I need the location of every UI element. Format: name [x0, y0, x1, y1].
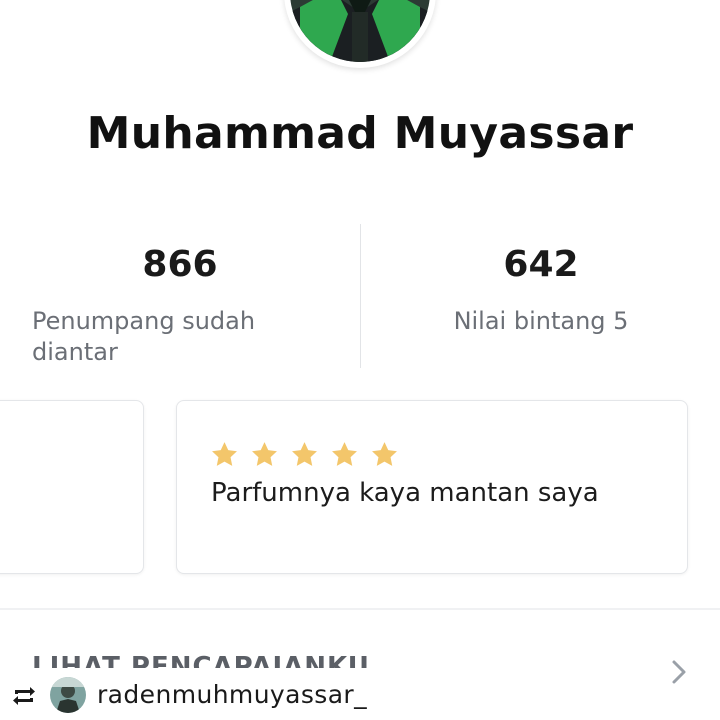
chevron-right-icon[interactable] [668, 658, 690, 686]
star-icon [292, 442, 317, 466]
driver-name: Muhammad Muyassar [86, 108, 634, 159]
repost-icon [13, 687, 35, 705]
passengers-label: Penumpang sudah diantar [32, 306, 332, 368]
star-icon [332, 442, 357, 466]
passengers-label-line1: Penumpang sudah [32, 307, 256, 335]
star-icon [212, 442, 237, 466]
five-star-count: 642 [503, 244, 579, 285]
passengers-label-line2: diantar [32, 338, 118, 366]
driver-photo [290, 0, 430, 62]
review-stars [210, 440, 399, 469]
section-divider [0, 608, 720, 610]
repost-username[interactable]: radenmuhmuyassar_ [97, 680, 367, 709]
driver-avatar [284, 0, 436, 68]
view-achievements-link[interactable]: LIHAT PENCAPAIANKU [32, 652, 370, 668]
repost-user-avatar[interactable] [50, 677, 86, 713]
star-icon [252, 442, 277, 466]
driver-profile-screen: Muhammad Muyassar 866 Penumpang sudah di… [0, 0, 720, 720]
review-card-previous[interactable] [0, 400, 144, 574]
passengers-count: 866 [142, 244, 218, 285]
review-text: Parfumnya kaya mantan saya [211, 478, 599, 508]
star-icon [372, 442, 397, 466]
five-star-label: Nilai bintang 5 [453, 307, 629, 335]
